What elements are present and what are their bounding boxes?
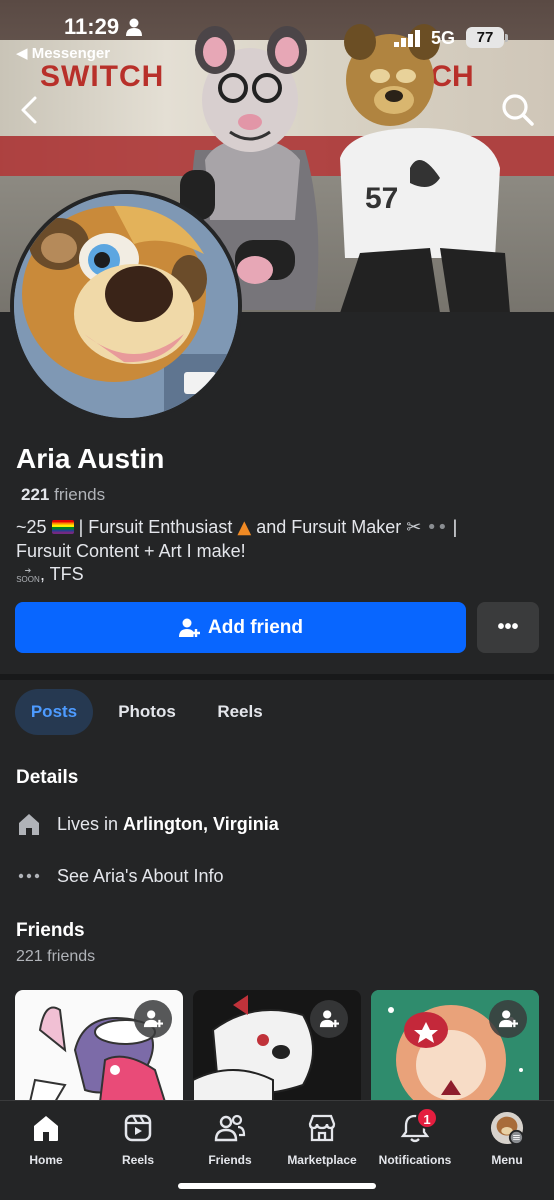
add-person-icon [498, 1010, 518, 1028]
friends-heading: Friends [16, 920, 85, 941]
friend-3-add-button[interactable] [489, 1000, 527, 1038]
paw-prints-icon: •• [426, 517, 448, 538]
add-person-icon [319, 1010, 339, 1028]
friends-icon [213, 1111, 247, 1145]
nav-reels-label: Reels [121, 1153, 155, 1167]
bio-tfs: , TFS [40, 564, 84, 584]
nav-marketplace-label: Marketplace [287, 1153, 357, 1167]
lion-fursuit-avatar-image [14, 194, 238, 418]
status-bar: 11:29 ◀ Messenger 5G 77 [0, 0, 554, 64]
lives-in-prefix: Lives in [57, 813, 119, 834]
add-person-icon [179, 618, 200, 637]
reels-icon [121, 1111, 155, 1145]
friend-1-add-button[interactable] [134, 1000, 172, 1038]
more-options-button[interactable]: ••• [477, 602, 539, 653]
soon-arrow-icon: ➔ SOON [16, 566, 40, 584]
notifications-badge: 1 [416, 1107, 438, 1129]
nav-home-label: Home [29, 1153, 63, 1167]
nav-notifications[interactable]: 1 Notifications [369, 1107, 461, 1175]
section-divider [0, 674, 554, 680]
cover-sign-left: SWITCH [40, 60, 165, 93]
friends-count-number: 221 [21, 485, 50, 504]
nav-marketplace[interactable]: Marketplace [276, 1111, 368, 1175]
profile-name: Aria Austin [16, 443, 165, 474]
fox-icon: ▲ [237, 517, 252, 538]
nav-reels[interactable]: Reels [92, 1111, 184, 1175]
bio-enthusiast: | Fursuit Enthusiast [78, 517, 233, 537]
tab-photos[interactable]: Photos [104, 689, 190, 735]
nav-menu-label: Menu [491, 1153, 523, 1167]
marketplace-icon [305, 1111, 339, 1145]
friends-count-label: friends [54, 485, 106, 504]
home-indicator[interactable] [178, 1183, 376, 1189]
bio-age: ~25 [16, 517, 47, 537]
back-chevron-icon[interactable] [12, 92, 48, 128]
rainbow-flag-icon [51, 520, 74, 534]
menu-avatar-icon [490, 1111, 524, 1145]
status-time: 11:29 [64, 14, 120, 39]
bell-icon: 1 [398, 1107, 438, 1145]
tab-reels[interactable]: Reels [204, 689, 276, 735]
bio-content-line: Fursuit Content + Art I make! [16, 540, 246, 561]
tab-posts[interactable]: Posts [15, 689, 93, 735]
friend-card-1[interactable] [15, 990, 183, 1102]
bio-separator: | [452, 517, 458, 537]
detail-lives-in[interactable]: Lives in Arlington, Virginia [16, 811, 279, 837]
nav-friends[interactable]: Friends [184, 1111, 276, 1175]
signal-icon [394, 30, 420, 47]
scissors-icon: ✂ [406, 517, 422, 538]
friend-card-2[interactable] [193, 990, 361, 1102]
friends-subtitle: 221 friends [16, 948, 96, 965]
profile-friends-count[interactable]: 221 friends [21, 485, 105, 505]
lives-in-place: Arlington, Virginia [123, 813, 279, 834]
back-to-messenger-link[interactable]: ◀ Messenger [16, 44, 110, 62]
detail-see-about[interactable]: See Aria's About Info [16, 863, 224, 889]
nav-menu[interactable]: Menu [461, 1111, 553, 1175]
nav-home[interactable]: Home [0, 1111, 92, 1175]
battery-indicator: 77 [466, 27, 504, 48]
battery-tip [505, 34, 508, 42]
see-about-label: See Aria's About Info [57, 865, 224, 886]
person-icon [126, 18, 142, 36]
add-friend-button[interactable]: Add friend [15, 602, 466, 653]
house-icon [16, 811, 42, 837]
profile-avatar[interactable] [10, 190, 242, 422]
friend-card-3[interactable] [371, 990, 539, 1102]
more-dots-icon [16, 863, 42, 889]
search-icon[interactable] [498, 90, 538, 130]
nav-notifications-label: Notifications [378, 1153, 452, 1167]
svg-text:57: 57 [365, 182, 398, 215]
add-person-icon [143, 1010, 163, 1028]
details-heading: Details [16, 767, 79, 788]
add-friend-label: Add friend [208, 616, 303, 638]
network-type: 5G [431, 28, 456, 48]
bio-maker: and Fursuit Maker [256, 517, 402, 537]
friend-2-add-button[interactable] [310, 1000, 348, 1038]
soon-label: SOON [16, 575, 40, 584]
profile-bio: ~25 | Fursuit Enthusiast ▲ and Fursuit M… [16, 516, 542, 587]
nav-friends-label: Friends [208, 1153, 252, 1167]
home-icon [29, 1111, 63, 1145]
